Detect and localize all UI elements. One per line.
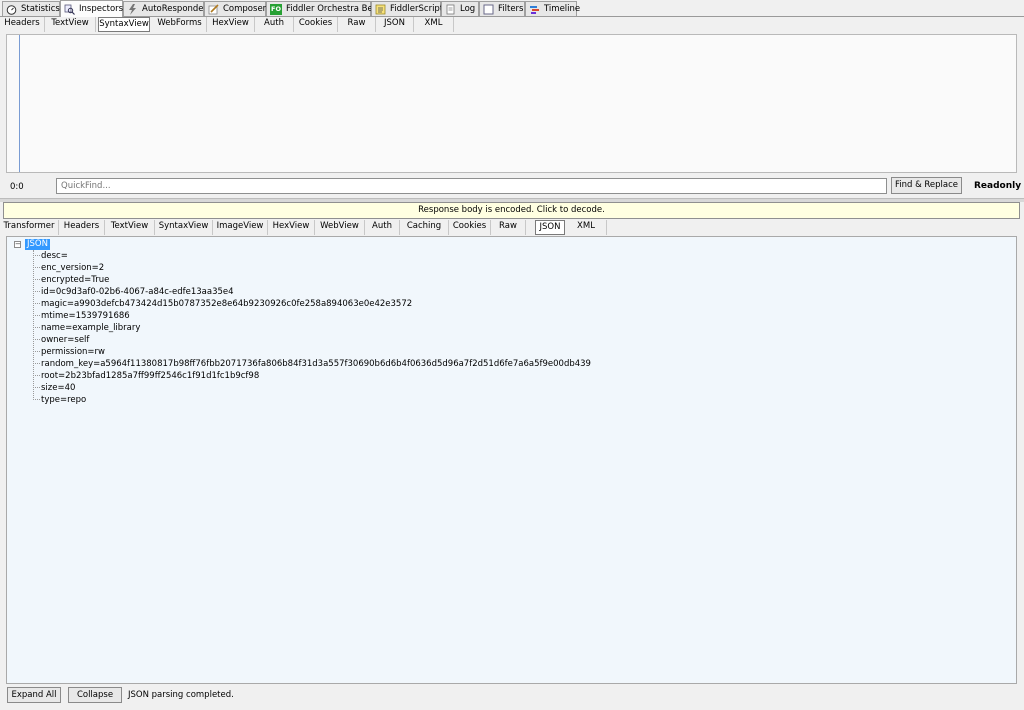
- resp-tab-textview[interactable]: TextView: [105, 220, 155, 235]
- resp-tab-webview[interactable]: WebView: [315, 220, 365, 235]
- resp-tab-cookies[interactable]: Cookies: [449, 220, 491, 235]
- tab-label: Fiddler Orchestra Beta: [286, 4, 382, 14]
- tree-node-label: enc_version=2: [41, 263, 105, 273]
- tree-root-node[interactable]: JSON: [25, 239, 50, 250]
- tree-node[interactable]: size=40: [33, 382, 75, 394]
- quickfind-input[interactable]: [56, 178, 887, 194]
- tree-node[interactable]: encrypted=True: [33, 274, 109, 286]
- tree-node[interactable]: enc_version=2: [33, 262, 104, 274]
- tree-node[interactable]: random_key=a5964f11380817b98ff76fbb20717…: [33, 358, 591, 370]
- stopwatch-icon: [6, 4, 17, 15]
- tab-label: Filters: [498, 4, 524, 14]
- tree-node-label: magic=a9903defcb473424d15b0787352e8e64b9…: [41, 299, 413, 309]
- resp-tab-json[interactable]: JSON: [535, 220, 565, 235]
- tree-node[interactable]: root=2b23bfad1285a7ff99ff2546c1f91d1fc1b…: [33, 370, 259, 382]
- expand-all-button[interactable]: Expand All: [7, 687, 61, 703]
- tab-fiddler-orchestra-beta[interactable]: FO Fiddler Orchestra Beta: [266, 1, 381, 16]
- tree-node[interactable]: mtime=1539791686: [33, 310, 130, 322]
- main-tab-bar: Statistics Inspectors AutoResponder Comp…: [0, 0, 1024, 17]
- resp-tab-raw[interactable]: Raw: [491, 220, 526, 235]
- tree-node-label: root=2b23bfad1285a7ff99ff2546c1f91d1fc1b…: [41, 371, 260, 381]
- req-tab-xml[interactable]: XML: [414, 17, 454, 32]
- magnifier-icon: [64, 4, 75, 15]
- req-tab-syntaxview[interactable]: SyntaxView: [98, 17, 150, 32]
- resp-tab-hexview[interactable]: HexView: [268, 220, 315, 235]
- collapse-button[interactable]: Collapse: [68, 687, 122, 703]
- tree-node-label: id=0c9d3af0-02b6-4067-a84c-edfe13aa35e4: [41, 287, 234, 297]
- tab-log[interactable]: Log: [441, 1, 479, 16]
- tree-node-label: mtime=1539791686: [41, 311, 130, 321]
- resp-tab-imageview[interactable]: ImageView: [213, 220, 268, 235]
- req-tab-auth[interactable]: Auth: [255, 17, 294, 32]
- tab-label: AutoResponder: [142, 4, 208, 14]
- resp-tab-transformer[interactable]: Transformer: [0, 220, 59, 235]
- tree-node[interactable]: type=repo: [33, 394, 86, 406]
- tree-node-label: permission=rw: [41, 347, 105, 357]
- tab-label: Log: [460, 4, 476, 14]
- tab-fiddlerscript[interactable]: FiddlerScript: [371, 1, 444, 16]
- tree-node-label: owner=self: [41, 335, 90, 345]
- req-tab-json[interactable]: JSON: [376, 17, 414, 32]
- tab-statistics[interactable]: Statistics: [2, 1, 60, 16]
- req-tab-cookies[interactable]: Cookies: [294, 17, 338, 32]
- resp-tab-xml[interactable]: XML: [566, 220, 607, 235]
- req-tab-textview[interactable]: TextView: [45, 17, 96, 32]
- resp-tab-syntaxview[interactable]: SyntaxView: [155, 220, 213, 235]
- tab-label: Inspectors: [79, 4, 124, 14]
- timeline-icon: [529, 4, 540, 15]
- tree-node-label: random_key=a5964f11380817b98ff76fbb20717…: [41, 359, 591, 369]
- decode-notice-bar[interactable]: Response body is encoded. Click to decod…: [3, 202, 1020, 219]
- tree-node-label: desc=: [41, 251, 68, 261]
- tab-composer[interactable]: Composer: [204, 1, 266, 16]
- tree-collapse-toggle[interactable]: −: [14, 241, 21, 248]
- tree-node[interactable]: owner=self: [33, 334, 89, 346]
- tree-node[interactable]: permission=rw: [33, 346, 105, 358]
- tree-node-label: type=repo: [41, 395, 87, 405]
- request-inspector-tabs: Headers TextView SyntaxView WebForms Hex…: [0, 17, 1024, 32]
- resp-tab-caching[interactable]: Caching: [400, 220, 449, 235]
- status-text: JSON parsing completed.: [128, 690, 234, 700]
- req-tab-hexview[interactable]: HexView: [207, 17, 255, 32]
- checkbox-icon: [483, 4, 494, 15]
- tab-label: Timeline: [544, 4, 581, 14]
- pencil-icon: [208, 3, 219, 15]
- script-icon: [375, 4, 386, 15]
- request-body-editor[interactable]: [6, 34, 1017, 173]
- req-tab-raw[interactable]: Raw: [338, 17, 376, 32]
- tab-label: Statistics: [21, 4, 60, 14]
- req-tab-headers[interactable]: Headers: [0, 17, 45, 32]
- tab-label: FiddlerScript: [390, 4, 444, 14]
- readonly-label: Readonly: [974, 181, 1022, 191]
- tree-node-label: size=40: [41, 383, 76, 393]
- resp-tab-headers[interactable]: Headers: [59, 220, 105, 235]
- response-inspector-tabs: Transformer Headers TextView SyntaxView …: [0, 220, 1024, 235]
- tree-node-label: encrypted=True: [41, 275, 110, 285]
- tab-inspectors[interactable]: Inspectors: [60, 0, 123, 17]
- tree-node[interactable]: id=0c9d3af0-02b6-4067-a84c-edfe13aa35e4: [33, 286, 234, 298]
- tab-filters[interactable]: Filters: [479, 1, 525, 16]
- tab-label: Composer: [223, 4, 267, 14]
- tree-node[interactable]: desc=: [33, 250, 68, 262]
- find-replace-button[interactable]: Find & Replace: [891, 177, 962, 194]
- log-icon: [445, 4, 456, 15]
- tab-autoresponder[interactable]: AutoResponder: [123, 1, 208, 16]
- req-tab-webforms[interactable]: WebForms: [153, 17, 207, 32]
- cursor-position: 0:0: [10, 182, 24, 192]
- tree-node[interactable]: magic=a9903defcb473424d15b0787352e8e64b9…: [33, 298, 412, 310]
- fo-icon: FO: [270, 3, 282, 15]
- tab-timeline[interactable]: Timeline: [525, 1, 581, 16]
- line-number-gutter: [7, 35, 20, 172]
- resp-tab-auth[interactable]: Auth: [365, 220, 400, 235]
- json-tree-view[interactable]: − JSON desc= enc_version=2 encrypted=Tru…: [6, 236, 1017, 684]
- tree-node-label: name=example_library: [41, 323, 141, 333]
- lightning-icon: [127, 3, 138, 15]
- tree-node[interactable]: name=example_library: [33, 322, 140, 334]
